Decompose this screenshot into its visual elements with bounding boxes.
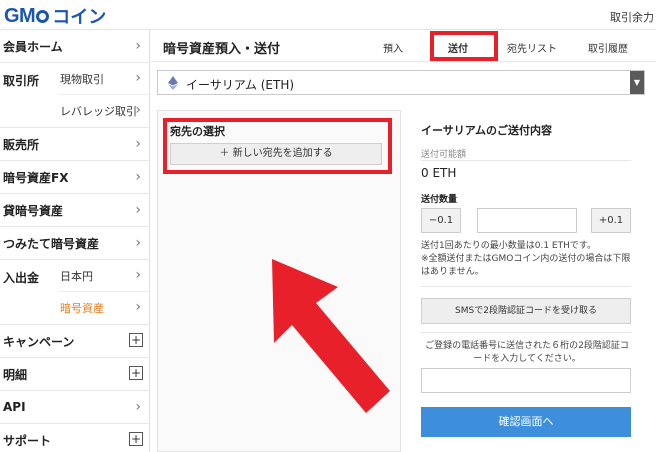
sidebar-item-sales[interactable]: 販売所 › <box>0 128 149 161</box>
plus-expand-icon[interactable]: + <box>129 432 143 446</box>
sidebar-item-api[interactable]: API › <box>0 391 149 424</box>
chevron-right-icon: › <box>135 102 141 118</box>
send-summary-panel: イーサリアムのご送付内容 送付可能額 0 ETH 送付数量 −0.1 +0.1 … <box>421 110 633 452</box>
chevron-right-icon: › <box>135 399 141 415</box>
tab-deposit[interactable]: 預入 <box>383 40 403 55</box>
summary-title: イーサリアムのご送付内容 <box>421 124 553 137</box>
destination-panel: 宛先の選択 ＋ 新しい宛先を追加する <box>157 110 401 452</box>
sidebar-item-tsumitate[interactable]: つみたて暗号資産 › <box>0 227 149 260</box>
logo-suffix: コイン <box>52 7 107 28</box>
ethereum-icon <box>168 76 178 90</box>
available-value: 0 ETH <box>421 166 457 180</box>
available-label: 送付可能額 <box>421 150 467 160</box>
sidebar-subitem-crypto[interactable]: 暗号資産 › <box>58 292 149 324</box>
coin-select-value: イーサリアム (ETH) <box>186 78 295 92</box>
divider <box>421 332 631 333</box>
chevron-right-icon: › <box>135 70 141 86</box>
top-bar: GM コイン 取引余力 <box>0 0 656 30</box>
sidebar-item-label: 明細 <box>3 367 28 382</box>
sidebar-item-label: サポート <box>3 433 52 448</box>
tab-history[interactable]: 取引履歴 <box>588 40 628 55</box>
sidebar-item-label: つみたて暗号資産 <box>3 236 100 251</box>
sidebar-item-fx[interactable]: 暗号資産FX › <box>0 161 149 194</box>
logo-o-mark <box>36 9 50 23</box>
sms-2fa-button[interactable]: SMSで2段階認証コードを受け取る <box>421 298 631 324</box>
minimum-note-line2: ※全額送付またはGMOコイン内の送付の場合は下限はありません。 <box>421 254 631 277</box>
increment-button[interactable]: +0.1 <box>591 208 631 233</box>
chevron-right-icon: › <box>135 136 141 152</box>
sidebar-subitem-jpy[interactable]: 日本円 › <box>58 260 149 292</box>
sidebar-item-label: API <box>3 400 26 414</box>
divider <box>421 160 631 161</box>
coin-select[interactable]: イーサリアム (ETH) ▼ <box>157 70 645 95</box>
chevron-right-icon: › <box>135 299 141 315</box>
chevron-right-icon: › <box>135 267 141 283</box>
sidebar-group-deposit: 入出金 日本円 › 暗号資産 › <box>0 260 149 325</box>
confirm-button[interactable]: 確認画面へ <box>421 407 631 437</box>
red-arrow-icon <box>272 259 390 413</box>
2fa-code-note: ご登録の電話番号に送信された６桁の2段階認証コードを入力してください。 <box>425 341 629 364</box>
chevron-right-icon: › <box>135 38 141 54</box>
decrement-button[interactable]: −0.1 <box>421 208 461 233</box>
sidebar-item-label: 暗号資産FX <box>3 170 69 185</box>
sidebar-subitem-label: 暗号資産 <box>60 302 104 315</box>
sidebar-group-label: 取引所 <box>3 74 40 88</box>
sidebar-subitem-label: レバレッジ取引 <box>60 105 137 118</box>
sidebar-item-label: 販売所 <box>3 137 40 152</box>
chevron-right-icon: › <box>135 202 141 218</box>
sidebar-item-lending[interactable]: 貸暗号資産 › <box>0 194 149 227</box>
sidebar-group-label: 入出金 <box>3 271 40 285</box>
sidebar-group-exchange: 取引所 現物取引 › レバレッジ取引 › <box>0 63 149 128</box>
quantity-input[interactable] <box>477 208 577 233</box>
page-header: 暗号資産預入・送付 預入 送付 宛先リスト 取引履歴 <box>151 30 656 62</box>
trading-capacity-link[interactable]: 取引余力 <box>610 9 654 25</box>
destination-highlight-box <box>163 118 392 174</box>
sidebar-subitem-label: 現物取引 <box>60 72 104 86</box>
sidebar-item-member-home[interactable]: 会員ホーム › <box>0 30 149 63</box>
quantity-label: 送付数量 <box>421 195 458 205</box>
chevron-right-icon: › <box>135 169 141 185</box>
sidebar-item-support[interactable]: サポート + <box>0 424 149 452</box>
sidebar-item-label: 貸暗号資産 <box>3 203 64 218</box>
plus-expand-icon[interactable]: + <box>129 366 143 380</box>
main-content: 暗号資産預入・送付 預入 送付 宛先リスト 取引履歴 イーサリアム (ETH) … <box>151 30 656 452</box>
sidebar-item-label: 会員ホーム <box>3 39 63 54</box>
logo-prefix: GM <box>4 4 36 27</box>
gmo-coin-logo[interactable]: GM コイン <box>4 3 106 29</box>
dropdown-arrow-icon[interactable]: ▼ <box>630 71 644 94</box>
2fa-code-input[interactable] <box>421 368 631 393</box>
tab-address-list[interactable]: 宛先リスト <box>507 40 557 55</box>
send-tab-highlight-box <box>430 31 498 61</box>
sidebar-subitem-label: 日本円 <box>60 269 93 283</box>
sidebar-item-statement[interactable]: 明細 + <box>0 358 149 391</box>
plus-expand-icon[interactable]: + <box>129 333 143 347</box>
sidebar-subitem-spot[interactable]: 現物取引 › <box>58 63 149 95</box>
sidebar-item-label: キャンペーン <box>3 334 75 349</box>
minimum-note: 送付1回あたりの最小数量は0.1 ETHです。 ※全額送付またはGMOコイン内の… <box>421 240 633 279</box>
minimum-note-line1: 送付1回あたりの最小数量は0.1 ETHです。 <box>421 241 596 251</box>
sidebar-subitem-leverage[interactable]: レバレッジ取引 › <box>58 95 149 127</box>
divider <box>421 286 631 287</box>
page-title: 暗号資産預入・送付 <box>163 42 281 57</box>
sidebar: 会員ホーム › 取引所 現物取引 › レバレッジ取引 › 販売所 › 暗号資産F… <box>0 30 150 452</box>
chevron-right-icon: › <box>135 235 141 251</box>
sidebar-item-campaign[interactable]: キャンペーン + <box>0 325 149 358</box>
